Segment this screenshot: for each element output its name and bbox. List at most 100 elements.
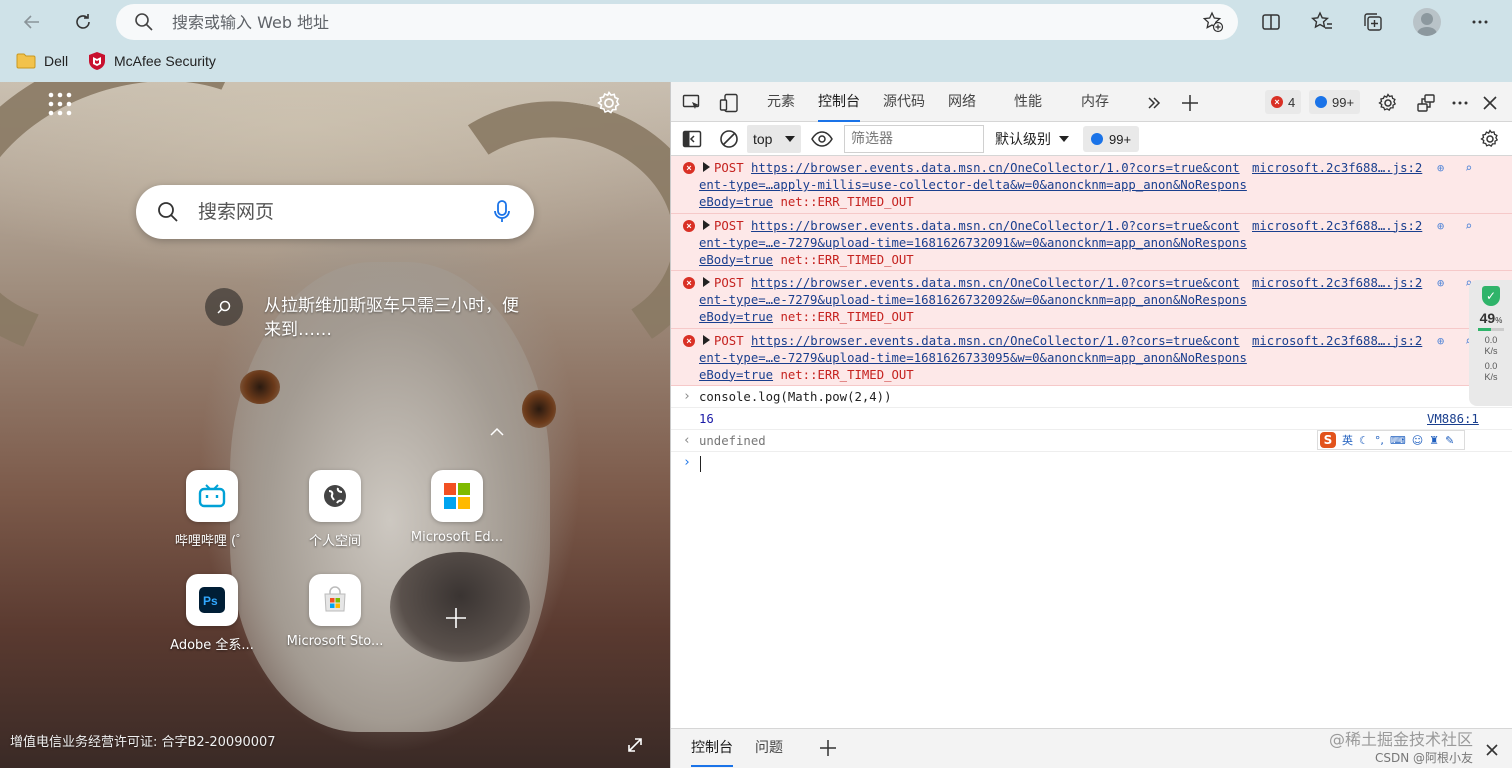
- devtools-settings-button[interactable]: [1377, 92, 1399, 114]
- watermark-csdn: CSDN @阿根小友: [1374, 751, 1473, 765]
- keyboard-icon[interactable]: ⌨: [1390, 434, 1406, 447]
- address-bar[interactable]: [116, 4, 1238, 40]
- profile-avatar[interactable]: [1413, 8, 1441, 36]
- search-icon[interactable]: ⌕: [1465, 161, 1472, 175]
- ime-language[interactable]: 英: [1342, 432, 1353, 448]
- network-request-icon[interactable]: ⊕: [1437, 161, 1444, 175]
- tab-network[interactable]: 网络: [948, 82, 976, 122]
- close-devtools-button[interactable]: [1479, 92, 1501, 114]
- connect-device-button[interactable]: [1415, 92, 1437, 114]
- context-selector[interactable]: top: [747, 125, 801, 153]
- network-request-icon[interactable]: ⊕: [1437, 334, 1444, 348]
- drawer-tab-issues[interactable]: 问题: [755, 729, 783, 767]
- chevron-up-icon[interactable]: [488, 426, 506, 438]
- gear-icon: [1480, 129, 1499, 147]
- console-toolbar: top 默认级别 99+: [671, 122, 1512, 156]
- wrench-icon[interactable]: ✎: [1445, 434, 1454, 447]
- tab-performance[interactable]: 性能: [1014, 82, 1042, 122]
- error-source-link[interactable]: microsoft.2c3f688….js:2: [1252, 218, 1422, 235]
- console-filter-input[interactable]: [844, 125, 984, 153]
- license-text[interactable]: 增值电信业务经营许可证: 合字B2-20090007: [10, 731, 276, 750]
- tile-icon-frame: [309, 470, 361, 522]
- more-tabs-button[interactable]: [1143, 92, 1165, 114]
- error-source-link[interactable]: microsoft.2c3f688….js:2: [1252, 275, 1422, 292]
- watermark-juejin: @稀土掘金技术社区: [1328, 730, 1473, 749]
- drawer-tab-console[interactable]: 控制台: [691, 729, 733, 767]
- settings-more-button[interactable]: [1464, 6, 1496, 38]
- search-icon[interactable]: ⌕: [1465, 219, 1472, 233]
- console-settings-button[interactable]: [1479, 128, 1501, 150]
- user-icon[interactable]: ☺: [1412, 434, 1423, 447]
- console-error-row: × POST https://browser.events.data.msn.c…: [671, 271, 1512, 329]
- issues-count-badge[interactable]: 99+: [1083, 126, 1140, 152]
- web-search-input[interactable]: [198, 200, 478, 224]
- console-prompt[interactable]: ›: [671, 452, 1512, 474]
- message-count-badge[interactable]: 99+: [1309, 90, 1361, 114]
- shirt-icon[interactable]: ♜: [1429, 434, 1439, 447]
- search-icon: [158, 202, 178, 222]
- error-source-link[interactable]: microsoft.2c3f688….js:2: [1252, 333, 1422, 350]
- quick-link-microsoft-store[interactable]: Microsoft Sto...: [275, 574, 395, 649]
- tab-memory[interactable]: 内存: [1081, 82, 1109, 122]
- add-drawer-tab-button[interactable]: [817, 737, 839, 759]
- network-speed-widget[interactable]: ✓ 49% 0.0 K/s 0.0 K/s: [1469, 280, 1512, 406]
- tab-console[interactable]: 控制台: [818, 82, 860, 122]
- log-level-dropdown[interactable]: 默认级别: [995, 125, 1069, 153]
- expand-triangle-icon[interactable]: [703, 277, 710, 287]
- device-emulation-button[interactable]: [718, 92, 740, 114]
- moon-icon[interactable]: ☾: [1359, 434, 1369, 447]
- cpu-percent-value: 49: [1479, 310, 1496, 326]
- image-caption[interactable]: 从拉斯维加斯驱车只需三小时，便来到……: [264, 294, 534, 342]
- expand-triangle-icon[interactable]: [703, 334, 710, 345]
- favorite-mcafee[interactable]: McAfee Security: [88, 46, 216, 76]
- add-quick-link-icon[interactable]: [444, 606, 468, 630]
- inspect-element-button[interactable]: [681, 92, 703, 114]
- tab-elements[interactable]: 元素: [767, 82, 795, 122]
- expand-triangle-icon[interactable]: [703, 162, 710, 172]
- watermark: @稀土掘金技术社区 CSDN @阿根小友: [1329, 729, 1473, 765]
- microphone-icon[interactable]: [492, 199, 512, 225]
- split-screen-button[interactable]: [1255, 6, 1287, 38]
- cpu-percent: 49%: [1469, 310, 1512, 326]
- refresh-button[interactable]: [67, 6, 99, 38]
- expand-icon[interactable]: [626, 736, 644, 754]
- live-expression-button[interactable]: [811, 128, 833, 150]
- tab-sources[interactable]: 源代码: [883, 82, 925, 122]
- text-cursor: [700, 456, 701, 472]
- error-source-link[interactable]: microsoft.2c3f688….js:2: [1252, 160, 1422, 177]
- add-favorite-icon[interactable]: [1202, 11, 1224, 33]
- shield-check-icon: ✓: [1482, 286, 1500, 306]
- log-source-link[interactable]: VM886:1: [1427, 408, 1479, 430]
- close-drawer-button[interactable]: [1481, 739, 1503, 761]
- devtools-more-button[interactable]: [1449, 92, 1471, 114]
- quick-link-adobe[interactable]: Ps Adobe 全系...: [152, 574, 272, 653]
- error-text: net::ERR_TIMED_OUT: [780, 367, 914, 382]
- ime-toolbar[interactable]: S 英 ☾ °, ⌨ ☺ ♜ ✎: [1317, 430, 1465, 450]
- address-input[interactable]: [172, 10, 1172, 34]
- web-search-box[interactable]: [136, 185, 534, 239]
- collections-button[interactable]: [1357, 6, 1389, 38]
- favorites-button[interactable]: [1306, 6, 1338, 38]
- folder-icon: [16, 53, 36, 69]
- dropdown-caret-icon: [1059, 136, 1069, 142]
- expand-triangle-icon[interactable]: [703, 219, 710, 230]
- network-request-icon[interactable]: ⊕: [1437, 219, 1444, 233]
- image-info-button[interactable]: [205, 288, 243, 326]
- punctuation-icon[interactable]: °,: [1375, 434, 1384, 447]
- error-count-badge[interactable]: × 4: [1265, 90, 1302, 114]
- quick-link-personal-space[interactable]: 个人空间: [275, 470, 395, 549]
- page-settings-gear-icon[interactable]: [596, 90, 622, 116]
- store-icon: [324, 586, 346, 612]
- quick-link-microsoft-edge[interactable]: Microsoft Ed...: [397, 470, 517, 545]
- back-button[interactable]: [16, 6, 48, 38]
- quick-link-bilibili[interactable]: 哔哩哔哩 (゜: [152, 470, 272, 549]
- gear-icon: [1378, 93, 1397, 111]
- error-icon: ×: [1271, 96, 1283, 108]
- toggle-sidebar-button[interactable]: [681, 128, 703, 150]
- app-launcher-icon[interactable]: [48, 92, 72, 116]
- plus-icon: [1182, 95, 1198, 111]
- favorite-dell[interactable]: Dell: [16, 46, 68, 76]
- network-request-icon[interactable]: ⊕: [1437, 276, 1444, 290]
- add-tool-button[interactable]: [1179, 92, 1201, 114]
- clear-console-button[interactable]: [718, 128, 740, 150]
